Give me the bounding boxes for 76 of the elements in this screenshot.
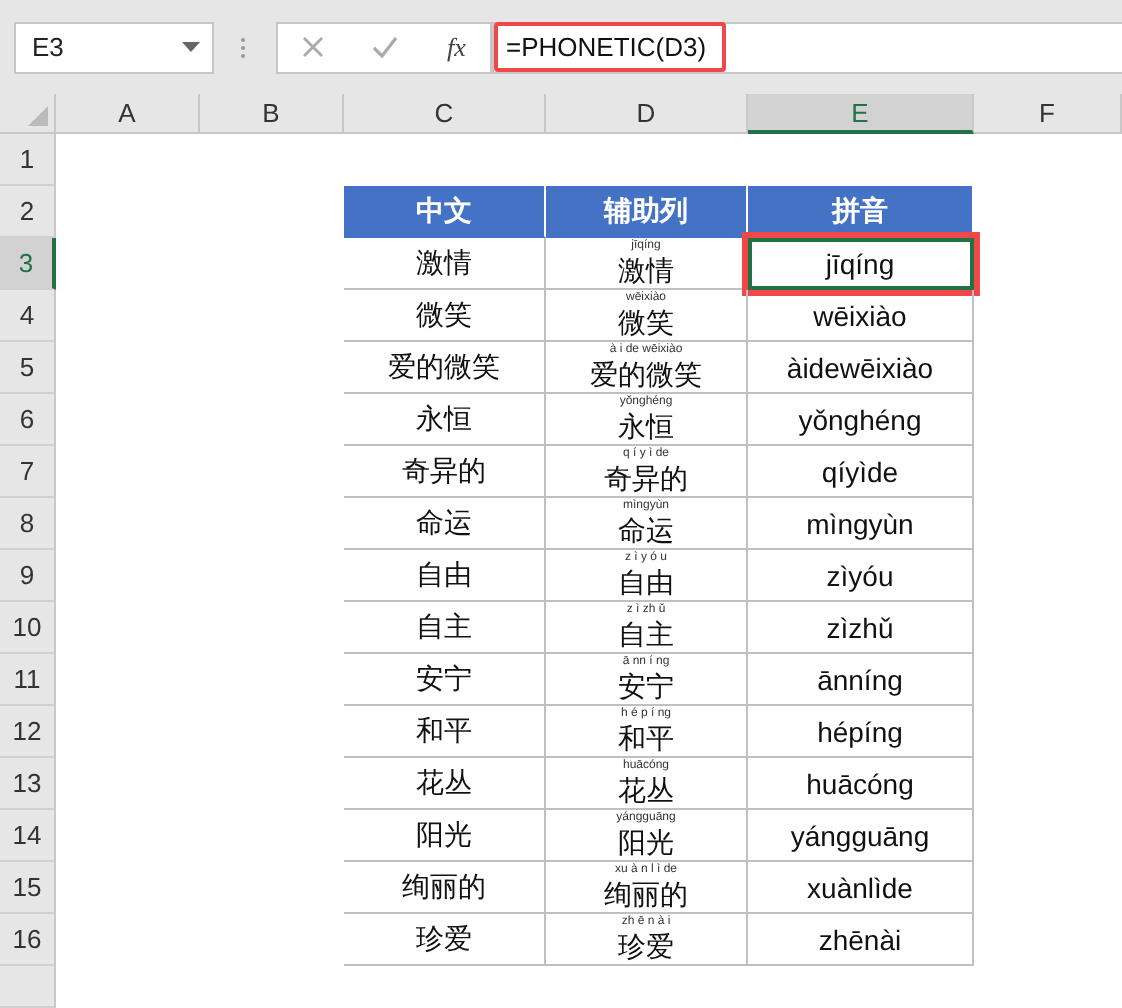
table-cell[interactable]: zhēnài (748, 914, 974, 966)
column-header[interactable]: C (344, 94, 546, 134)
name-box[interactable]: E3 (14, 21, 214, 73)
table-cell: 花丛 (344, 758, 546, 810)
table-cell-text: 自由 (618, 566, 674, 598)
table-cell-text: 自主 (618, 618, 674, 650)
table-cell: 绚丽的 (344, 862, 546, 914)
table-cell: 自主 (344, 602, 546, 654)
table-cell[interactable]: wēixiào (748, 290, 974, 342)
table-cell: 阳光 (344, 810, 546, 862)
table-cell: 和平 (344, 706, 546, 758)
row-header[interactable]: 2 (0, 186, 56, 238)
table-cell: 永恒 (344, 394, 546, 446)
table-cell-text: 爱的微笑 (590, 358, 702, 390)
table-cell[interactable]: ānníng (748, 654, 974, 706)
cancel-icon[interactable] (302, 36, 325, 58)
table-cell-text: 珍爱 (618, 930, 674, 962)
row-header[interactable]: 1 (0, 134, 56, 186)
triangle-icon (28, 106, 48, 126)
dropdown-caret-icon (182, 42, 200, 52)
row-header[interactable]: 8 (0, 498, 56, 550)
table-cell-text: 激情 (618, 254, 674, 286)
table-cell-text: 命运 (618, 514, 674, 546)
table-cell-text: 安宁 (618, 670, 674, 702)
column-header[interactable]: F (974, 94, 1122, 134)
table-cell[interactable]: xuànlìde (748, 862, 974, 914)
row-header[interactable]: 3 (0, 238, 56, 290)
drag-handle-icon[interactable] (240, 35, 246, 59)
row-header[interactable]: 9 (0, 550, 56, 602)
row-header[interactable]: 4 (0, 290, 56, 342)
row-header[interactable]: 14 (0, 810, 56, 862)
row-header[interactable]: 16 (0, 914, 56, 966)
row-header[interactable]: 5 (0, 342, 56, 394)
table-cell[interactable]: qíyìde (748, 446, 974, 498)
table-cell[interactable]: àidewēixiào (748, 342, 974, 394)
row-header[interactable]: 11 (0, 654, 56, 706)
column-header[interactable]: A (56, 94, 200, 134)
select-all-corner[interactable] (0, 94, 56, 134)
table-cell: 激情 (344, 238, 546, 290)
table-cell: 自由 (344, 550, 546, 602)
table-cell[interactable]: huācóng (748, 758, 974, 810)
table-cell: 命运 (344, 498, 546, 550)
table-cell: 安宁 (344, 654, 546, 706)
table-cell[interactable]: zìyóu (748, 550, 974, 602)
table-cell[interactable]: yángguāng (748, 810, 974, 862)
table-cell: 微笑 (344, 290, 546, 342)
row-header[interactable]: 6 (0, 394, 56, 446)
row-header[interactable]: 10 (0, 602, 56, 654)
table-cell-text: 绚丽的 (604, 878, 688, 910)
table-header-cell: 辅助列 (546, 186, 748, 238)
table-header-cell: 中文 (344, 186, 546, 238)
column-header[interactable]: E (748, 94, 974, 134)
table-cell: 奇异的 (344, 446, 546, 498)
table-cell-text: 花丛 (618, 774, 674, 806)
table-cell: 爱的微笑 (344, 342, 546, 394)
table-cell[interactable]: jīqíng (748, 238, 974, 290)
row-header[interactable]: 13 (0, 758, 56, 810)
table-cell[interactable]: mìngyùn (748, 498, 974, 550)
check-icon[interactable] (372, 36, 399, 58)
insert-function-button[interactable]: fx (447, 31, 466, 63)
table-cell-text: 奇异的 (604, 462, 688, 494)
table-cell[interactable]: zìzhǔ (748, 602, 974, 654)
column-header[interactable]: D (546, 94, 748, 134)
row-header[interactable] (0, 966, 56, 1008)
table-cell-text: 阳光 (618, 826, 674, 858)
table-cell: 珍爱 (344, 914, 546, 966)
row-header[interactable]: 12 (0, 706, 56, 758)
row-header[interactable]: 15 (0, 862, 56, 914)
table-cell[interactable]: yǒnghéng (748, 394, 974, 446)
column-header[interactable]: B (200, 94, 344, 134)
table-cell-text: 永恒 (618, 410, 674, 442)
table-cell-text: 和平 (618, 722, 674, 754)
row-header[interactable]: 7 (0, 446, 56, 498)
table-cell-text: 微笑 (618, 306, 674, 338)
formula-text[interactable]: =PHONETIC(D3) (494, 22, 727, 72)
table-cell[interactable]: hépíng (748, 706, 974, 758)
